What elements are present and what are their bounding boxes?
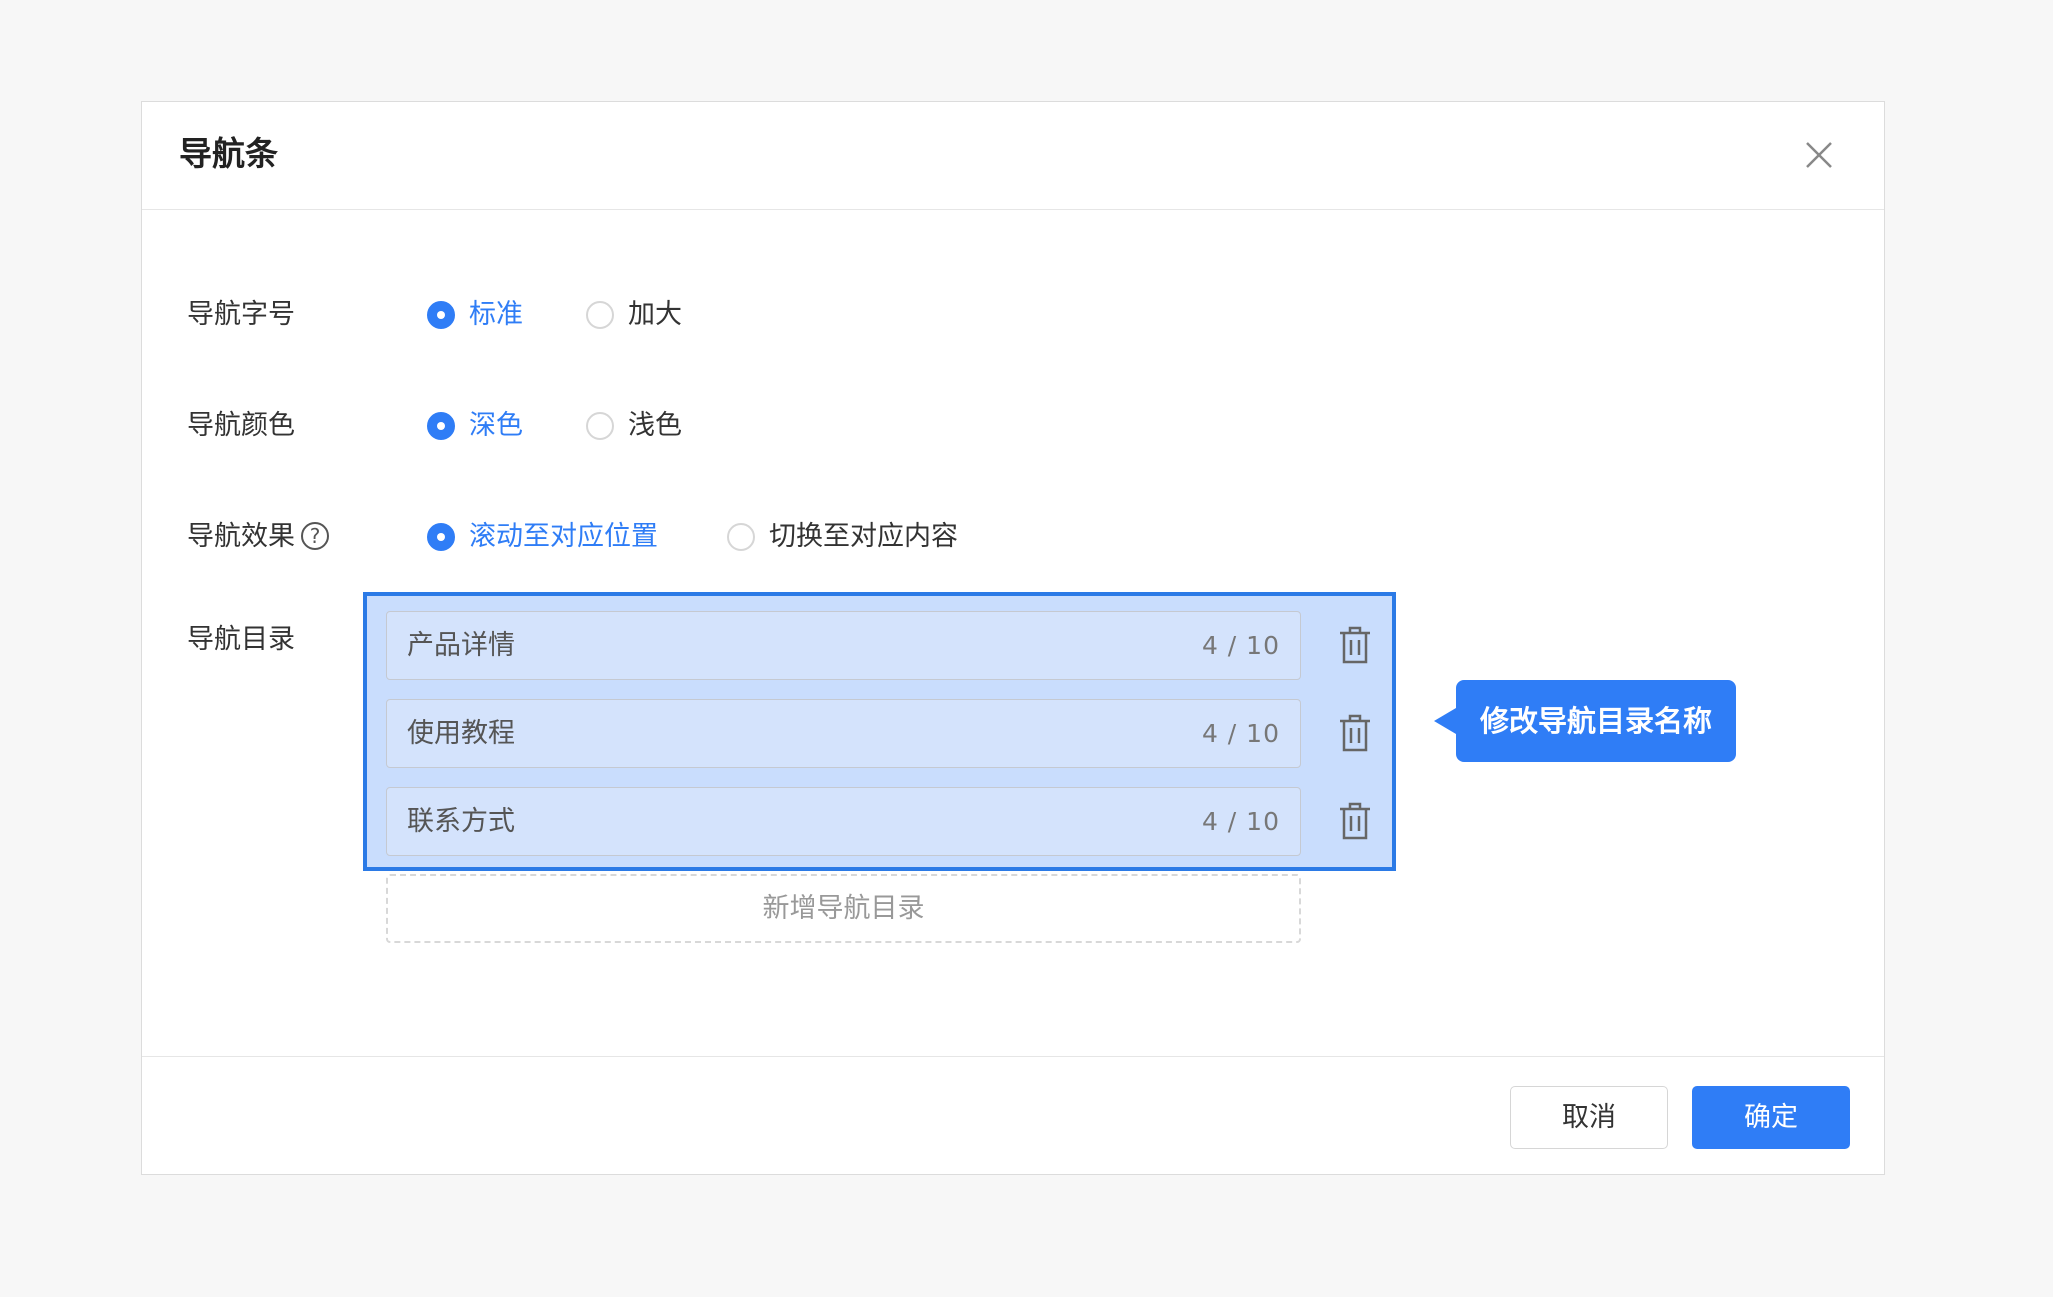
radio-unchecked-indicator [586, 412, 614, 440]
question-circle-icon[interactable]: ? [301, 521, 329, 550]
font-size-label: 导航字号 [187, 299, 295, 330]
dialog-header: 导航条 [142, 102, 1884, 210]
radio-label: 浅色 [628, 410, 682, 441]
confirm-button[interactable]: 确定 [1692, 1086, 1850, 1149]
effect-row: 导航效果? 滚动至对应位置 切换至对应内容 [187, 517, 1087, 557]
radio-checked-indicator [427, 412, 455, 440]
dialog-title: 导航条 [179, 134, 278, 173]
radio-checked-indicator [427, 301, 455, 329]
radio-unchecked-indicator [727, 523, 755, 551]
dialog-footer: 取消 确定 [142, 1056, 1884, 1174]
radio-color-light[interactable]: 浅色 [586, 406, 696, 446]
radio-label: 加大 [628, 299, 682, 330]
add-directory-button[interactable]: 新增导航目录 [386, 874, 1301, 943]
directory-label: 导航目录 [187, 624, 295, 655]
trash-icon[interactable] [1337, 625, 1373, 665]
radio-label: 深色 [469, 410, 523, 441]
nav-directory-input[interactable]: 联系方式 [407, 788, 515, 855]
nav-directory-input[interactable]: 产品详情 [407, 612, 515, 679]
effect-label: 导航效果 [187, 521, 295, 552]
char-count: 4 / 10 [1201, 631, 1280, 660]
nav-directory-input[interactable]: 使用教程 [407, 700, 515, 767]
radio-label: 切换至对应内容 [769, 521, 958, 552]
annotation-tooltip: 修改导航目录名称 [1433, 680, 1737, 762]
radio-font-size-standard[interactable]: 标准 [427, 295, 537, 335]
font-size-row: 导航字号 标准 加大 [187, 295, 887, 335]
radio-effect-switch[interactable]: 切换至对应内容 [727, 517, 977, 557]
radio-font-size-large[interactable]: 加大 [586, 295, 696, 335]
color-row: 导航颜色 深色 浅色 [187, 406, 887, 446]
close-icon[interactable] [1802, 138, 1836, 172]
nav-directory-item[interactable]: 产品详情 4 / 10 [386, 611, 1301, 680]
effect-label-group: 导航效果? [187, 517, 329, 557]
cancel-button[interactable]: 取消 [1510, 1086, 1668, 1149]
color-label: 导航颜色 [187, 410, 295, 441]
trash-icon[interactable] [1337, 801, 1373, 841]
navigation-bar-dialog: 导航条 导航字号 标准 加大 导航颜色 深色 浅色 导航效果 ? 滚动至对应位置… [141, 101, 1885, 1175]
char-count: 4 / 10 [1201, 807, 1280, 836]
char-count: 4 / 10 [1201, 719, 1280, 748]
radio-color-dark[interactable]: 深色 [427, 406, 537, 446]
nav-directory-item[interactable]: 联系方式 4 / 10 [386, 787, 1301, 856]
trash-icon[interactable] [1337, 713, 1373, 753]
nav-directory-item[interactable]: 使用教程 4 / 10 [386, 699, 1301, 768]
radio-effect-scroll[interactable]: 滚动至对应位置 [427, 517, 667, 557]
radio-label: 滚动至对应位置 [469, 521, 658, 552]
radio-checked-indicator [427, 523, 455, 551]
radio-label: 标准 [469, 299, 523, 330]
radio-unchecked-indicator [586, 301, 614, 329]
